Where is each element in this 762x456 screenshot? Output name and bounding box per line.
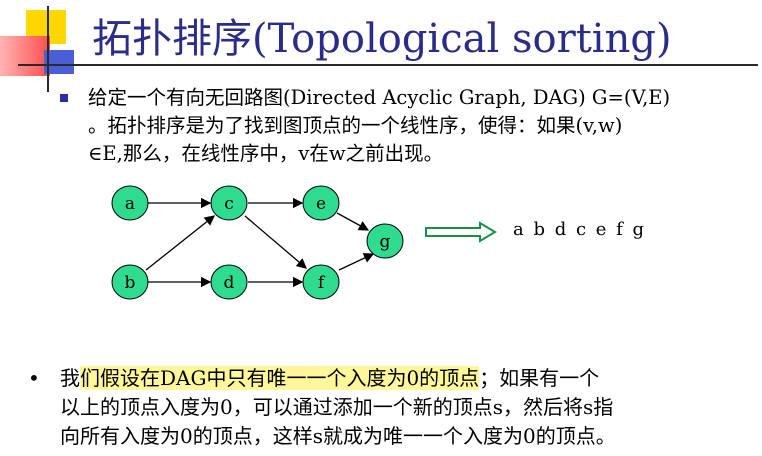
svg-text:d: d bbox=[224, 273, 235, 293]
edge-c-f bbox=[244, 215, 307, 269]
edge-b-c bbox=[145, 215, 216, 271]
topological-order: a b d c e f g bbox=[513, 219, 645, 240]
svg-text:g: g bbox=[380, 232, 391, 252]
note-paragraph: 我们假设在DAG中只有唯一一个入度为0的顶点；如果有一个 以上的顶点入度为0，可… bbox=[60, 364, 750, 451]
node-c: c bbox=[210, 185, 248, 221]
svg-text:b: b bbox=[125, 273, 136, 293]
highlighted-text: 们假设在DAG中只有唯一一个入度为0的顶点 bbox=[80, 366, 480, 390]
note-line-1: 我们假设在DAG中只有唯一一个入度为0的顶点；如果有一个 bbox=[60, 366, 600, 390]
svg-text:e: e bbox=[316, 194, 326, 214]
node-d: d bbox=[210, 264, 248, 300]
edge-f-g bbox=[338, 253, 375, 271]
edge-e-g bbox=[336, 212, 370, 231]
node-b: b bbox=[111, 264, 149, 300]
node-g: g bbox=[366, 223, 404, 259]
result-arrow-icon bbox=[425, 221, 497, 243]
note-line-3: 向所有入度为0的顶点，这样s就成为唯一一个入度为0的顶点。 bbox=[60, 424, 616, 448]
node-e: e bbox=[302, 185, 340, 221]
note-line-2: 以上的顶点入度为0，可以通过添加一个新的顶点s，然后将s指 bbox=[60, 395, 614, 419]
svg-text:a: a bbox=[125, 194, 135, 214]
round-bullet-icon: • bbox=[28, 366, 40, 390]
svg-text:c: c bbox=[224, 194, 234, 214]
node-a: a bbox=[111, 185, 149, 221]
node-f: f bbox=[302, 264, 340, 300]
